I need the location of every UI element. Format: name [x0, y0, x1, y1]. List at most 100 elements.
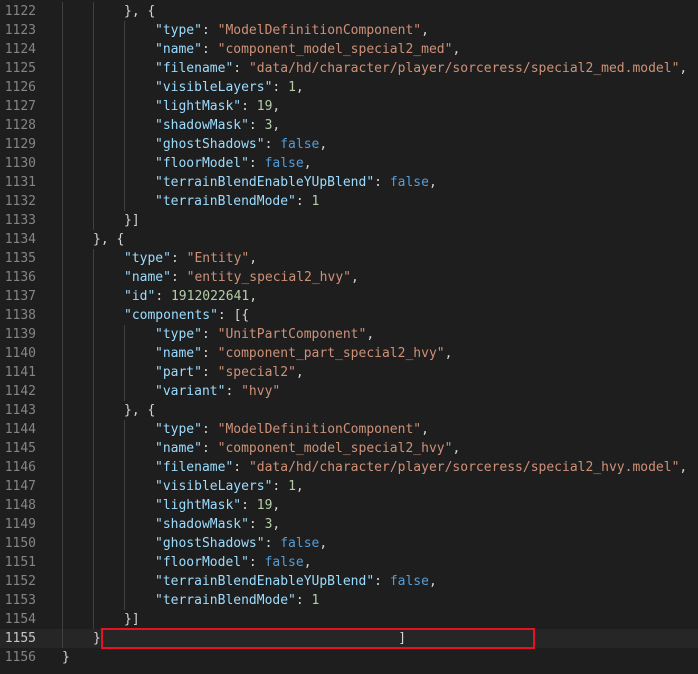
code-token: , [421, 422, 429, 437]
code-token: 1912022641 [170, 289, 250, 304]
code-line[interactable]: 1136 "name": "entity_special2_hvy", [0, 268, 698, 287]
code-line[interactable]: 1152 "terrainBlendEnableYUpBlend": false, [0, 572, 698, 591]
indent-guide [93, 249, 94, 268]
code-token: , [428, 574, 437, 589]
code-token: "data/hd/character/player/sorceress/spec… [248, 460, 680, 475]
code-line[interactable]: 1134}, { [0, 230, 698, 249]
code-line[interactable]: 1129 "ghostShadows": false, [0, 135, 698, 154]
code-line[interactable]: 1151 "floorModel": false, [0, 553, 698, 572]
code-token: "component_model_special2_med" [217, 42, 453, 57]
indent-guide [124, 363, 125, 382]
code-token: , [444, 346, 453, 361]
code-line[interactable]: 1145 "name": "component_model_special2_hv… [0, 439, 698, 458]
code-line[interactable]: 1133}] [0, 211, 698, 230]
code-text: "filename": "data/hd/character/player/so… [155, 59, 687, 78]
line-number: 1142 [4, 384, 36, 399]
indent-guide [93, 477, 94, 496]
code-token: }] [124, 612, 140, 627]
code-line[interactable]: 1147 "visibleLayers": 1, [0, 477, 698, 496]
code-line[interactable]: 1149 "shadowMask": 3, [0, 515, 698, 534]
code-line[interactable]: 1128 "shadowMask": 3, [0, 116, 698, 135]
code-line[interactable]: 1140 "name": "component_part_special2_hvy… [0, 344, 698, 363]
code-line[interactable]: 1146 "filename": "data/hd/character/playe… [0, 458, 698, 477]
code-token: : [201, 327, 218, 342]
code-token: "ghostShadows" [155, 137, 265, 152]
code-token: "terrainBlendMode" [155, 194, 296, 209]
code-line[interactable]: 1139 "type": "UnitPartComponent", [0, 325, 698, 344]
code-token: 1 [288, 479, 296, 494]
line-number: 1128 [4, 118, 36, 133]
code-token: , [272, 498, 281, 513]
code-line[interactable]: 1125 "filename": "data/hd/character/playe… [0, 59, 698, 78]
code-line[interactable]: 1122}, { [0, 2, 698, 21]
indent-guide [62, 116, 63, 135]
code-line[interactable]: 1143}, { [0, 401, 698, 420]
code-line[interactable]: 1144 "type": "ModelDefinitionComponent", [0, 420, 698, 439]
code-line[interactable]: 1154}] [0, 610, 698, 629]
code-token: }, { [124, 403, 156, 418]
indent-guide [93, 325, 94, 344]
code-text: "floorModel": false, [155, 154, 312, 173]
indent-guide [93, 21, 94, 40]
code-token: false [280, 536, 320, 551]
indent-guide [93, 40, 94, 59]
code-line[interactable]: 1126 "visibleLayers": 1, [0, 78, 698, 97]
indent-guide [62, 211, 63, 230]
code-text: "name": "component_model_special2_med", [155, 40, 460, 59]
code-token: , [679, 61, 688, 76]
code-token: : [201, 365, 218, 380]
code-text: "ghostShadows": false, [155, 534, 327, 553]
code-text: "terrainBlendEnableYUpBlend": false, [155, 173, 437, 192]
code-line[interactable]: 1131 "terrainBlendEnableYUpBlend": false, [0, 173, 698, 192]
code-editor[interactable]: 1122}, {1123 "type": "ModelDefinitionComp… [0, 0, 698, 674]
indent-guide [93, 268, 94, 287]
indent-guide [93, 401, 94, 420]
indent-guide [93, 515, 94, 534]
indent-guide [124, 534, 125, 553]
indent-guide [93, 553, 94, 572]
indent-guide [93, 458, 94, 477]
code-token: "Entity" [186, 251, 250, 266]
indent-guide [62, 496, 63, 515]
code-text: "name": "entity_special2_hvy", [124, 268, 359, 287]
code-line[interactable]: 1148 "lightMask": 19, [0, 496, 698, 515]
indent-guide [124, 116, 125, 135]
code-line[interactable]: 1130 "floorModel": false, [0, 154, 698, 173]
indent-guide [62, 458, 63, 477]
code-line[interactable]: 1150 "ghostShadows": false, [0, 534, 698, 553]
line-number: 1140 [4, 346, 36, 361]
indent-guide [124, 59, 125, 78]
code-line[interactable]: 1142 "variant": "hvy" [0, 382, 698, 401]
code-line[interactable]: 1127 "lightMask": 19, [0, 97, 698, 116]
code-text: "type": "ModelDefinitionComponent", [155, 420, 429, 439]
code-line[interactable]: 1137 "id": 1912022641, [0, 287, 698, 306]
code-token: : [374, 574, 390, 589]
code-token: , [295, 80, 304, 95]
indent-guide [62, 135, 63, 154]
code-token: : [233, 61, 249, 76]
code-token: } [93, 631, 101, 646]
code-token: "type" [124, 251, 171, 266]
code-text: "id": 1912022641, [124, 287, 257, 306]
code-token: "filename" [155, 460, 234, 475]
code-line[interactable]: 1124 "name": "component_model_special2_me… [0, 40, 698, 59]
code-token: 1 [311, 593, 320, 608]
code-token: "filename" [155, 61, 234, 76]
code-text: "type": "Entity", [124, 249, 257, 268]
code-token: : [295, 194, 312, 209]
indent-guide [124, 154, 125, 173]
indent-guide [124, 135, 125, 154]
code-token: , [295, 479, 304, 494]
code-line[interactable]: 1141 "part": "special2", [0, 363, 698, 382]
code-token: "type" [155, 23, 202, 38]
code-line[interactable]: 1153 "terrainBlendMode": 1 [0, 591, 698, 610]
code-line[interactable]: 1156} [0, 648, 698, 667]
code-line[interactable]: 1132 "terrainBlendMode": 1 [0, 192, 698, 211]
indent-guide [124, 382, 125, 401]
code-line[interactable]: 1138 "components": [{ [0, 306, 698, 325]
code-token: , [351, 270, 359, 285]
indent-guide [62, 477, 63, 496]
indent-guide [124, 344, 125, 363]
code-line[interactable]: 1135 "type": "Entity", [0, 249, 698, 268]
code-line[interactable]: 1123 "type": "ModelDefinitionComponent", [0, 21, 698, 40]
